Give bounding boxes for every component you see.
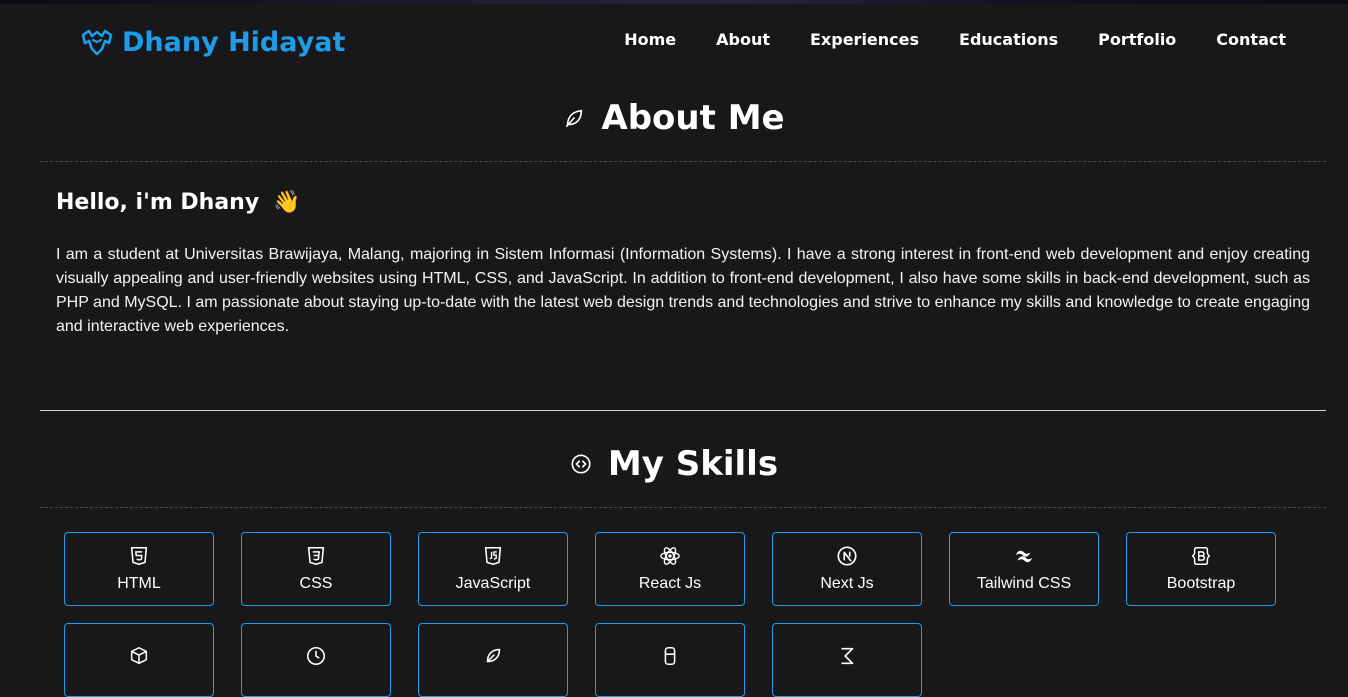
- greeting-text: Hello, i'm Dhany: [56, 190, 260, 215]
- about-heading: About Me: [0, 98, 1348, 138]
- skill-card[interactable]: [418, 623, 568, 697]
- skill-card[interactable]: [772, 623, 922, 697]
- main-nav: Home About Experiences Educations Portfo…: [624, 30, 1286, 49]
- skills-title: My Skills: [607, 444, 779, 484]
- nextjs-icon: [837, 546, 857, 566]
- leaf-icon: [566, 109, 583, 128]
- skill-card[interactable]: [595, 623, 745, 697]
- skill-label: Bootstrap: [1166, 575, 1236, 592]
- nav-portfolio[interactable]: Portfolio: [1098, 30, 1176, 49]
- bootstrap-icon: [1192, 547, 1210, 565]
- react-icon: [660, 547, 680, 565]
- skill-card[interactable]: [64, 623, 214, 697]
- skill-card-bootstrap[interactable]: Bootstrap: [1126, 532, 1276, 606]
- skill-icon: [664, 646, 676, 666]
- tailwind-icon: [1015, 550, 1033, 563]
- skill-icon: [306, 646, 326, 666]
- skill-card-html[interactable]: HTML: [64, 532, 214, 606]
- navbar: Dhany Hidayat Home About Experiences Edu…: [0, 4, 1348, 80]
- skill-label: HTML: [117, 575, 161, 592]
- skills-grid: HTML CSS JavaScript React Js Next Js Tai…: [64, 532, 1284, 697]
- bat-logo-icon: [81, 29, 113, 56]
- about-divider: [40, 161, 1326, 162]
- skill-card-nextjs[interactable]: Next Js: [772, 532, 922, 606]
- about-paragraph: I am a student at Universitas Brawijaya,…: [56, 246, 1310, 335]
- brand-name: Dhany Hidayat: [122, 26, 346, 58]
- skill-card[interactable]: [241, 623, 391, 697]
- greeting: Hello, i'm Dhany 👋: [56, 190, 301, 215]
- nav-home[interactable]: Home: [624, 30, 676, 49]
- skill-icon: [486, 648, 501, 663]
- css3-icon: [307, 546, 325, 566]
- skills-heading: My Skills: [0, 444, 1348, 484]
- skill-icon: [130, 647, 148, 665]
- nav-experiences[interactable]: Experiences: [810, 30, 919, 49]
- skill-icon: [841, 647, 854, 665]
- skills-divider: [40, 507, 1326, 508]
- skill-label: Next Js: [820, 575, 874, 592]
- skill-card-javascript[interactable]: JavaScript: [418, 532, 568, 606]
- nav-educations[interactable]: Educations: [959, 30, 1058, 49]
- code-circle-icon: [571, 454, 591, 474]
- skill-label: JavaScript: [455, 575, 531, 592]
- javascript-icon: [484, 546, 502, 566]
- nav-about[interactable]: About: [716, 30, 770, 49]
- skill-label: CSS: [299, 575, 333, 592]
- nav-contact[interactable]: Contact: [1216, 30, 1286, 49]
- skill-label: React Js: [638, 575, 702, 592]
- about-title: About Me: [601, 98, 785, 138]
- skill-card-react[interactable]: React Js: [595, 532, 745, 606]
- wave-emoji: 👋: [273, 190, 301, 215]
- brand[interactable]: Dhany Hidayat: [80, 22, 345, 62]
- section-separator: [40, 410, 1326, 411]
- html5-icon: [130, 546, 148, 566]
- skill-card-tailwind[interactable]: Tailwind CSS: [949, 532, 1099, 606]
- skill-card-css[interactable]: CSS: [241, 532, 391, 606]
- skill-label: Tailwind CSS: [976, 575, 1072, 592]
